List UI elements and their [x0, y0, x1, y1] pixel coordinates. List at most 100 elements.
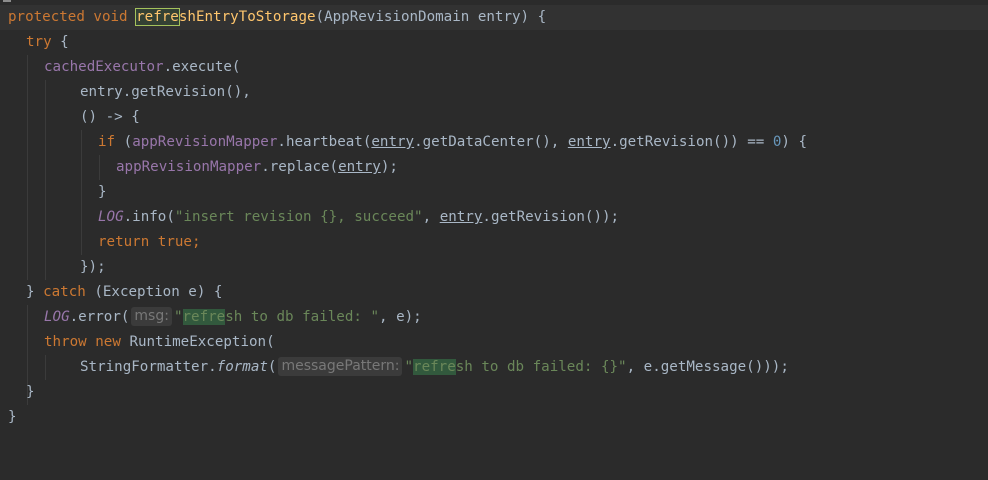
- code-text: appRevisionMapper.replace(entry);: [116, 155, 398, 180]
- code-text: entry.getRevision(),: [80, 84, 251, 100]
- code-line-5[interactable]: () -> {: [0, 105, 988, 130]
- call-heartbeat: .heartbeat(: [277, 134, 372, 150]
- indent-guide: [27, 230, 28, 255]
- search-match: refre: [182, 309, 226, 325]
- code-text: }: [98, 184, 107, 200]
- code-text: LOG.info("insert revision {}, succeed", …: [98, 205, 619, 230]
- code-text: return true;: [98, 230, 201, 255]
- indent-guide: [27, 155, 28, 180]
- indent-guide: [45, 230, 46, 255]
- code-line-3[interactable]: cachedExecutor.execute(: [0, 55, 988, 80]
- search-match: refre: [413, 359, 456, 375]
- indent-guide: [27, 255, 28, 280]
- code-text: StringFormatter.format(messagePattern: "r…: [80, 355, 789, 380]
- code-line-12[interactable]: } catch (Exception e) {: [0, 280, 988, 305]
- static-method-format: format: [216, 359, 268, 375]
- parameter-hint-message-pattern: messagePattern:: [278, 357, 403, 376]
- call-get-revision: .getRevision()) ==: [610, 134, 773, 150]
- code-line-16[interactable]: }: [0, 380, 988, 405]
- method-name-search-match: refre: [135, 8, 180, 26]
- static-field-log: LOG: [44, 309, 70, 325]
- class-string-formatter: StringFormatter.: [80, 359, 217, 375]
- indent-guide: [81, 155, 82, 180]
- keyword-return: return: [98, 234, 150, 250]
- parameter-hint-msg: msg:: [131, 307, 172, 326]
- code-line-15[interactable]: StringFormatter.format(messagePattern: "r…: [0, 355, 988, 380]
- code-text: try {: [26, 30, 69, 55]
- indent-guide: [27, 55, 28, 80]
- indent-guide: [27, 180, 28, 205]
- indent-guide: [99, 155, 100, 180]
- field-app-revision-mapper: appRevisionMapper: [132, 134, 278, 150]
- indent-guide: [45, 155, 46, 180]
- indent-guide: [27, 355, 28, 380]
- param-entry: entry: [371, 134, 415, 150]
- code-line-10[interactable]: return true;: [0, 230, 988, 255]
- keyword-new: new: [95, 334, 121, 350]
- string-literal: "insert revision {}, succeed": [174, 209, 423, 225]
- string-literal: sh to db failed: ": [225, 309, 379, 325]
- code-line-9[interactable]: LOG.info("insert revision {}, succeed", …: [0, 205, 988, 230]
- indent-guide: [81, 230, 82, 255]
- indent-guide: [81, 130, 82, 155]
- indent-guide: [27, 130, 28, 155]
- param-entry: entry: [439, 209, 483, 225]
- code-line-17[interactable]: }: [0, 405, 988, 430]
- indent-guide: [45, 80, 46, 105]
- code-text: cachedExecutor.execute(: [44, 55, 240, 80]
- indent-guide: [27, 80, 28, 105]
- code-line-13[interactable]: LOG.error(msg: "refresh to db failed: ", …: [0, 305, 988, 330]
- code-line-2[interactable]: try {: [0, 30, 988, 55]
- code-line-14[interactable]: throw new RuntimeException(: [0, 330, 988, 355]
- code-line-1[interactable]: protected void refreshEntryToStorage(App…: [0, 5, 988, 30]
- keyword-void: void: [93, 9, 128, 25]
- code-text: if (appRevisionMapper.heartbeat(entry.ge…: [98, 130, 807, 155]
- brace: ) {: [781, 134, 808, 150]
- call-execute: .execute(: [163, 59, 241, 75]
- code-text: protected void refreshEntryToStorage(App…: [8, 5, 546, 30]
- string-quote: ": [173, 309, 183, 325]
- code-text: LOG.error(msg: "refresh to db failed: ", …: [44, 305, 422, 330]
- keyword-throw: throw: [44, 334, 87, 350]
- code-editor[interactable]: protected void refreshEntryToStorage(App…: [0, 0, 988, 450]
- code-line-8[interactable]: }: [0, 180, 988, 205]
- code-text: });: [80, 259, 106, 275]
- code-line-11[interactable]: });: [0, 255, 988, 280]
- keyword-catch: catch: [43, 284, 86, 300]
- semicolon: ;: [191, 234, 201, 250]
- call-replace: .replace(: [261, 159, 339, 175]
- paren: );: [380, 159, 398, 175]
- call-get-revision: .getRevision());: [482, 209, 620, 225]
- indent-guide: [27, 205, 28, 230]
- indent-guide: [45, 205, 46, 230]
- call-args: , e);: [378, 309, 422, 325]
- field-app-revision-mapper: appRevisionMapper: [116, 159, 262, 175]
- indent-guide: [81, 205, 82, 230]
- keyword-try: try: [26, 34, 52, 50]
- call-get-data-center: .getDataCenter(),: [414, 134, 568, 150]
- string-quote: ": [404, 359, 414, 375]
- indent-guide: [81, 180, 82, 205]
- keyword-true: true: [157, 234, 192, 250]
- brace: {: [51, 34, 69, 50]
- constructor-call: RuntimeException(: [129, 334, 275, 350]
- indent-guide: [27, 105, 28, 130]
- indent-guide: [45, 130, 46, 155]
- catch-clause: (Exception e) {: [85, 284, 223, 300]
- indent-guide: [45, 105, 46, 130]
- code-text: }: [8, 409, 17, 425]
- call-args: , e.getMessage()));: [626, 359, 789, 375]
- paren: (: [115, 134, 133, 150]
- code-text: } catch (Exception e) {: [26, 280, 222, 305]
- code-line-6[interactable]: if (appRevisionMapper.heartbeat(entry.ge…: [0, 130, 988, 155]
- indent-guide: [27, 305, 28, 330]
- code-line-7[interactable]: appRevisionMapper.replace(entry);: [0, 155, 988, 180]
- paren: (: [267, 359, 277, 375]
- indent-guide: [45, 255, 46, 280]
- keyword-protected: protected: [8, 9, 85, 25]
- static-field-log: LOG: [98, 209, 124, 225]
- call-info: .info(: [123, 209, 175, 225]
- keyword-if: if: [98, 134, 116, 150]
- code-text: }: [26, 384, 35, 400]
- code-line-4[interactable]: entry.getRevision(),: [0, 80, 988, 105]
